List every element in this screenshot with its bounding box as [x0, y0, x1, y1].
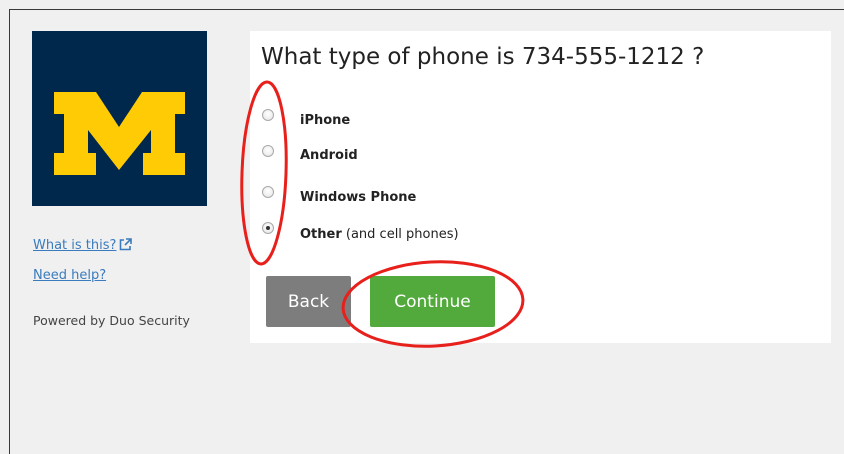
option-android[interactable]: Android: [300, 148, 358, 163]
option-windows-phone[interactable]: Windows Phone: [300, 190, 416, 205]
option-note: (and cell phones): [341, 227, 459, 242]
option-other[interactable]: Other (and cell phones): [300, 227, 459, 242]
option-iphone[interactable]: iPhone: [300, 113, 350, 128]
radio-windows-phone[interactable]: [262, 186, 274, 198]
need-help-link[interactable]: Need help?: [33, 268, 106, 283]
radio-iphone[interactable]: [262, 109, 274, 121]
university-logo: [32, 31, 207, 206]
option-label: Windows Phone: [300, 190, 417, 205]
option-label: Other: [300, 227, 342, 242]
external-link-icon: [119, 238, 133, 255]
radio-android[interactable]: [262, 145, 274, 157]
block-m-icon: [54, 92, 185, 175]
radio-other[interactable]: [262, 222, 274, 234]
back-button[interactable]: Back: [266, 276, 351, 327]
what-is-this-label: What is this?: [33, 238, 117, 253]
what-is-this-link[interactable]: What is this?: [33, 238, 133, 255]
option-label: Android: [300, 148, 358, 163]
powered-by-text: Powered by Duo Security: [33, 313, 190, 328]
question-heading: What type of phone is 734-555-1212 ?: [261, 44, 705, 70]
option-label: iPhone: [300, 113, 351, 128]
continue-button[interactable]: Continue: [370, 276, 495, 327]
